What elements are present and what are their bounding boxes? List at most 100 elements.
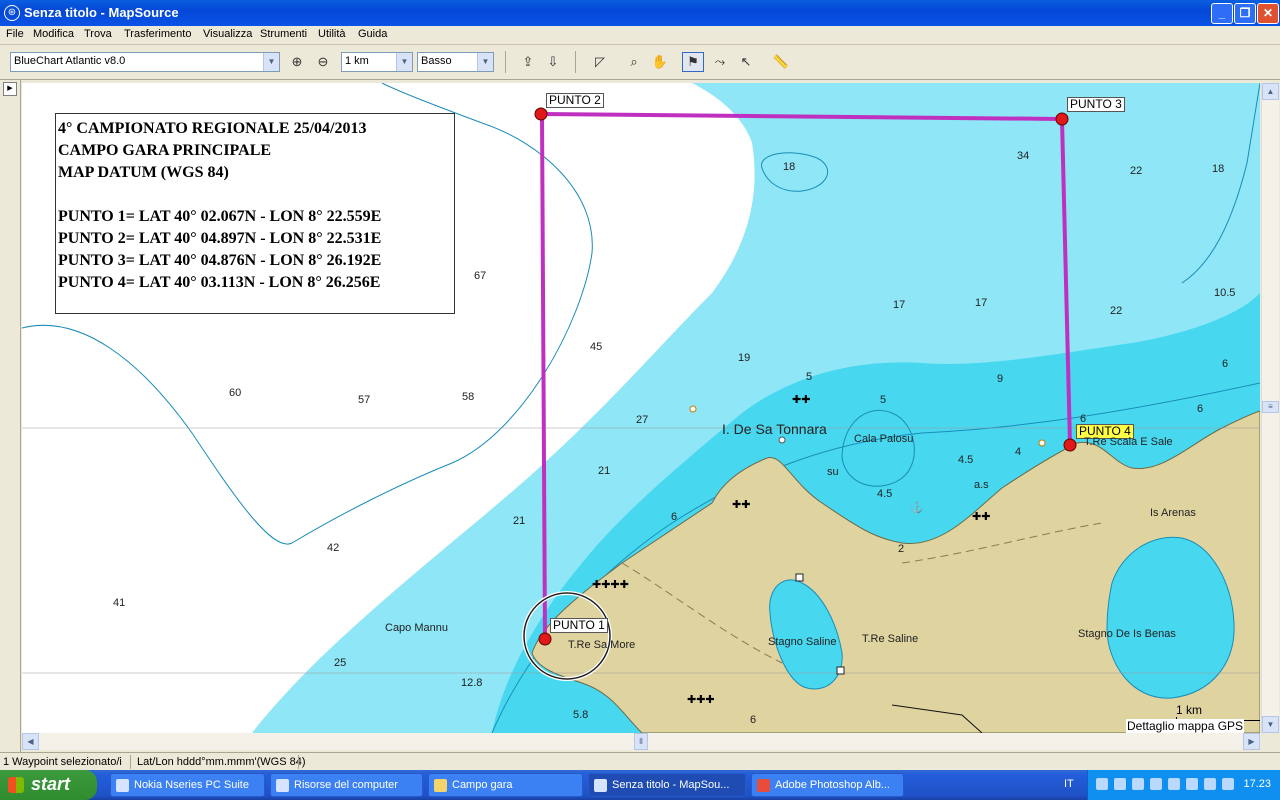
task-risorse-computer[interactable]: Risorse del computer <box>270 773 423 797</box>
tray-device-icon[interactable] <box>1204 778 1216 790</box>
task-photoshop-album[interactable]: Adobe Photoshop Alb... <box>751 773 904 797</box>
place-capo-label: Capo Mannu <box>385 622 448 634</box>
depth-sounding: 5 <box>880 394 887 406</box>
zoom-scale-select[interactable]: 1 km ▼ <box>341 52 413 72</box>
detail-level-value: Basso <box>421 55 452 67</box>
scroll-up-icon[interactable]: ▲ <box>1262 83 1279 100</box>
chevron-down-icon[interactable]: ▼ <box>477 53 493 71</box>
distance-ruler-tool-icon[interactable]: 📏 <box>768 53 794 71</box>
map-select-tool-icon[interactable]: ◸ <box>590 53 610 71</box>
vertical-scrollbar[interactable]: ▲ ≡ ▼ <box>1261 83 1279 733</box>
scroll-down-icon[interactable]: ▼ <box>1262 716 1279 733</box>
vertical-scroll-thumb[interactable]: ≡ <box>1262 401 1279 413</box>
restore-button[interactable]: ❐ <box>1234 3 1256 24</box>
scale-bar: 1 km Dettaglio mappa GPS <box>1126 703 1260 733</box>
chevron-down-icon[interactable]: ▼ <box>263 53 279 71</box>
depth-sounding: 4 <box>1015 446 1022 458</box>
place-benas-label: Stagno De Is Benas <box>1078 628 1176 640</box>
map-canvas[interactable]: ✚✚ ✚✚ ✚✚ ✚✚✚✚ ✚✚✚ ⚓ 4° CAMPIONATO REGION… <box>22 83 1260 733</box>
title-bar: ⊛ Senza titolo - MapSource _ ❐ ✕ <box>0 0 1280 26</box>
tray-expand-icon[interactable] <box>1096 778 1108 790</box>
window-title: Senza titolo - MapSource <box>24 5 179 20</box>
menu-visualizza[interactable]: Visualizza <box>203 28 252 40</box>
scroll-right-icon[interactable]: ▶ <box>1243 733 1260 750</box>
waypoint-punto-3-marker <box>1055 112 1069 126</box>
info-line: PUNTO 2= LAT 40° 04.897N - LON 8° 22.531… <box>58 230 382 247</box>
place-cala-label: Cala Palosu <box>854 433 914 445</box>
waypoint-label-punto-1[interactable]: PUNTO 1 <box>550 618 608 633</box>
waypoint-label-punto-3[interactable]: PUNTO 3 <box>1067 97 1125 112</box>
folder-icon <box>434 779 447 792</box>
map-frame: ▶ ✚✚ ✚✚ ✚✚ ✚✚✚✚ ✚✚✚ ⚓ 4° CAMPIONATO REGI… <box>0 80 1280 752</box>
depth-sounding: 57 <box>358 394 371 406</box>
depth-sounding: 17 <box>975 297 988 309</box>
depth-sounding: 18 <box>783 161 796 173</box>
menu-utilita[interactable]: Utilità <box>318 28 346 40</box>
waypoint-punto-2-marker <box>534 107 548 121</box>
task-label: Nokia Nseries PC Suite <box>134 779 249 791</box>
tray-security-icon[interactable] <box>1132 778 1144 790</box>
status-coordinate-format: Lat/Lon hddd°mm.mmm'(WGS 84) <box>137 756 306 768</box>
send-to-device-icon[interactable]: ⇩ <box>543 53 563 71</box>
horizontal-scrollbar[interactable]: ◀ ⦀ ▶ <box>22 733 1260 750</box>
menu-file[interactable]: File <box>6 28 24 40</box>
waypoint-flag-tool-icon[interactable]: ⚑ <box>682 52 704 72</box>
waypoint-punto-4-marker <box>1063 438 1077 452</box>
tray-antivirus-icon[interactable] <box>1222 778 1234 790</box>
info-line: PUNTO 1= LAT 40° 02.067N - LON 8° 22.559… <box>58 208 382 225</box>
menu-strumenti[interactable]: Strumenti <box>260 28 307 40</box>
route-tool-icon[interactable]: ⤳ <box>710 53 730 71</box>
start-button[interactable]: start <box>0 770 97 800</box>
place-scala-label: T.Re Scala E Sale <box>1084 436 1173 448</box>
tray-sync-icon[interactable] <box>1114 778 1126 790</box>
pointer-tool-icon[interactable]: ↖ <box>736 53 756 71</box>
map-product-value: BlueChart Atlantic v8.0 <box>14 55 126 67</box>
tray-network-icon[interactable] <box>1150 778 1162 790</box>
horizontal-scroll-thumb[interactable]: ⦀ <box>634 733 648 750</box>
task-mapsource[interactable]: Senza titolo - MapSou... <box>588 773 746 797</box>
language-indicator[interactable]: IT <box>1064 778 1074 790</box>
tray-volume-icon[interactable] <box>1168 778 1180 790</box>
mapsource-app-icon: ⊛ <box>4 5 20 21</box>
zoom-out-icon[interactable]: ⊖ <box>313 53 333 71</box>
task-nokia-pc-suite[interactable]: Nokia Nseries PC Suite <box>110 773 265 797</box>
close-button[interactable]: ✕ <box>1257 3 1279 24</box>
depth-sounding: 67 <box>474 270 487 282</box>
clock[interactable]: 17.23 <box>1243 778 1271 790</box>
task-label: Adobe Photoshop Alb... <box>775 779 890 791</box>
nokia-app-icon <box>116 779 129 792</box>
seabed-note-label: a.s <box>974 479 989 491</box>
depth-sounding: 22 <box>1130 165 1143 177</box>
menu-guida[interactable]: Guida <box>358 28 387 40</box>
depth-sounding: 6 <box>671 511 678 523</box>
waypoint-label-punto-2[interactable]: PUNTO 2 <box>546 93 604 108</box>
race-info-box: 4° CAMPIONATO REGIONALE 25/04/2013 CAMPO… <box>55 113 455 314</box>
depth-sounding: 19 <box>738 352 751 364</box>
hand-pan-tool-icon[interactable]: ✋ <box>650 53 670 71</box>
depth-sounding: 22 <box>1110 305 1123 317</box>
tray-bluetooth-icon[interactable] <box>1186 778 1198 790</box>
depth-sounding: 42 <box>327 542 340 554</box>
map-product-select[interactable]: BlueChart Atlantic v8.0 ▼ <box>10 52 280 72</box>
depth-sounding: 34 <box>1017 150 1030 162</box>
scroll-left-icon[interactable]: ◀ <box>22 733 39 750</box>
zoom-tool-icon[interactable]: ⌕ <box>624 53 644 71</box>
zoom-in-icon[interactable]: ⊕ <box>287 53 307 71</box>
status-divider <box>130 755 131 769</box>
chevron-down-icon[interactable]: ▼ <box>396 53 412 71</box>
task-campo-gara[interactable]: Campo gara <box>428 773 583 797</box>
depth-sounding: 41 <box>113 597 126 609</box>
detail-level-select[interactable]: Basso ▼ <box>417 52 494 72</box>
menu-trasferimento[interactable]: Trasferimento <box>124 28 191 40</box>
receive-from-device-icon[interactable]: ⇪ <box>518 53 538 71</box>
computer-icon <box>276 779 289 792</box>
menu-trova[interactable]: Trova <box>84 28 112 40</box>
depth-sounding: 2 <box>898 543 905 555</box>
svg-text:✚✚✚: ✚✚✚ <box>687 694 715 706</box>
expand-panel-icon[interactable]: ▶ <box>3 82 17 96</box>
depth-sounding: 60 <box>229 387 242 399</box>
place-arenas-label: Is Arenas <box>1150 507 1196 519</box>
menu-modifica[interactable]: Modifica <box>33 28 74 40</box>
minimize-button[interactable]: _ <box>1211 3 1233 24</box>
depth-sounding: 27 <box>636 414 649 426</box>
